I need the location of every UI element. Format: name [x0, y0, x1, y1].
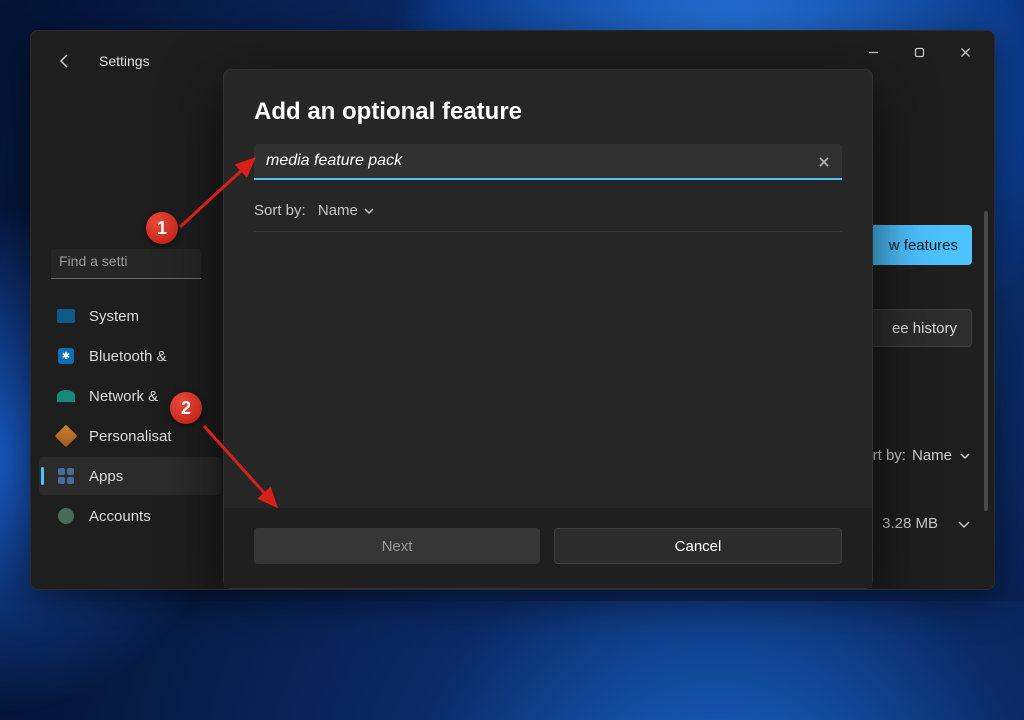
- nav-apps[interactable]: Apps: [39, 457, 221, 495]
- dialog-footer: Next Cancel: [224, 508, 872, 588]
- dialog-results-area: [224, 232, 872, 508]
- window-titlebar: [31, 31, 994, 73]
- size-value: 3.28 MB: [882, 515, 938, 532]
- system-icon: [57, 307, 75, 325]
- paintbrush-icon: [57, 427, 75, 445]
- wifi-icon: [57, 387, 75, 405]
- nav-bluetooth[interactable]: ✱ Bluetooth &: [39, 337, 221, 375]
- sidebar-search-input[interactable]: Find a setti: [51, 249, 201, 279]
- close-button[interactable]: [942, 36, 988, 68]
- nav-label: System: [89, 308, 139, 325]
- nav-label: Apps: [89, 468, 123, 485]
- feature-search-input[interactable]: [254, 144, 842, 180]
- chevron-down-icon: [958, 449, 972, 463]
- nav-label: Bluetooth &: [89, 348, 167, 365]
- minimize-button[interactable]: [850, 36, 896, 68]
- sort-value: Name: [318, 202, 358, 219]
- nav-label: Network &: [89, 388, 158, 405]
- back-button[interactable]: [53, 49, 77, 73]
- settings-header: Settings: [53, 49, 150, 73]
- settings-window: Settings Find a setti System ✱ Bluetooth…: [30, 30, 995, 590]
- feature-size-row[interactable]: 3.28 MB: [882, 515, 972, 532]
- sidebar-nav: System ✱ Bluetooth & Network & Personali…: [31, 297, 221, 535]
- bluetooth-icon: ✱: [57, 347, 75, 365]
- person-icon: [57, 507, 75, 525]
- cancel-button[interactable]: Cancel: [554, 528, 842, 564]
- chevron-down-icon: [362, 204, 376, 218]
- nav-label: Accounts: [89, 508, 151, 525]
- nav-accounts[interactable]: Accounts: [39, 497, 221, 535]
- nav-label: Personalisat: [89, 428, 172, 445]
- sort-by-control[interactable]: ort by: Name: [864, 447, 972, 464]
- next-button[interactable]: Next: [254, 528, 540, 564]
- sort-label: Sort by:: [254, 202, 306, 219]
- nav-network[interactable]: Network &: [39, 377, 221, 415]
- dialog-title: Add an optional feature: [224, 70, 872, 144]
- chevron-down-icon: [956, 516, 972, 532]
- maximize-button[interactable]: [896, 36, 942, 68]
- scrollbar[interactable]: [984, 211, 988, 511]
- close-icon: [818, 156, 830, 168]
- app-title: Settings: [99, 53, 150, 69]
- dialog-sort-by[interactable]: Sort by: Name: [254, 202, 842, 219]
- nav-personalisation[interactable]: Personalisat: [39, 417, 221, 455]
- nav-system[interactable]: System: [39, 297, 221, 335]
- add-optional-feature-dialog: Add an optional feature Sort by: Name Ne…: [223, 69, 873, 589]
- clear-search-button[interactable]: [814, 152, 834, 172]
- sort-value: Name: [912, 447, 952, 464]
- view-features-button[interactable]: w features: [856, 225, 972, 265]
- apps-icon: [57, 467, 75, 485]
